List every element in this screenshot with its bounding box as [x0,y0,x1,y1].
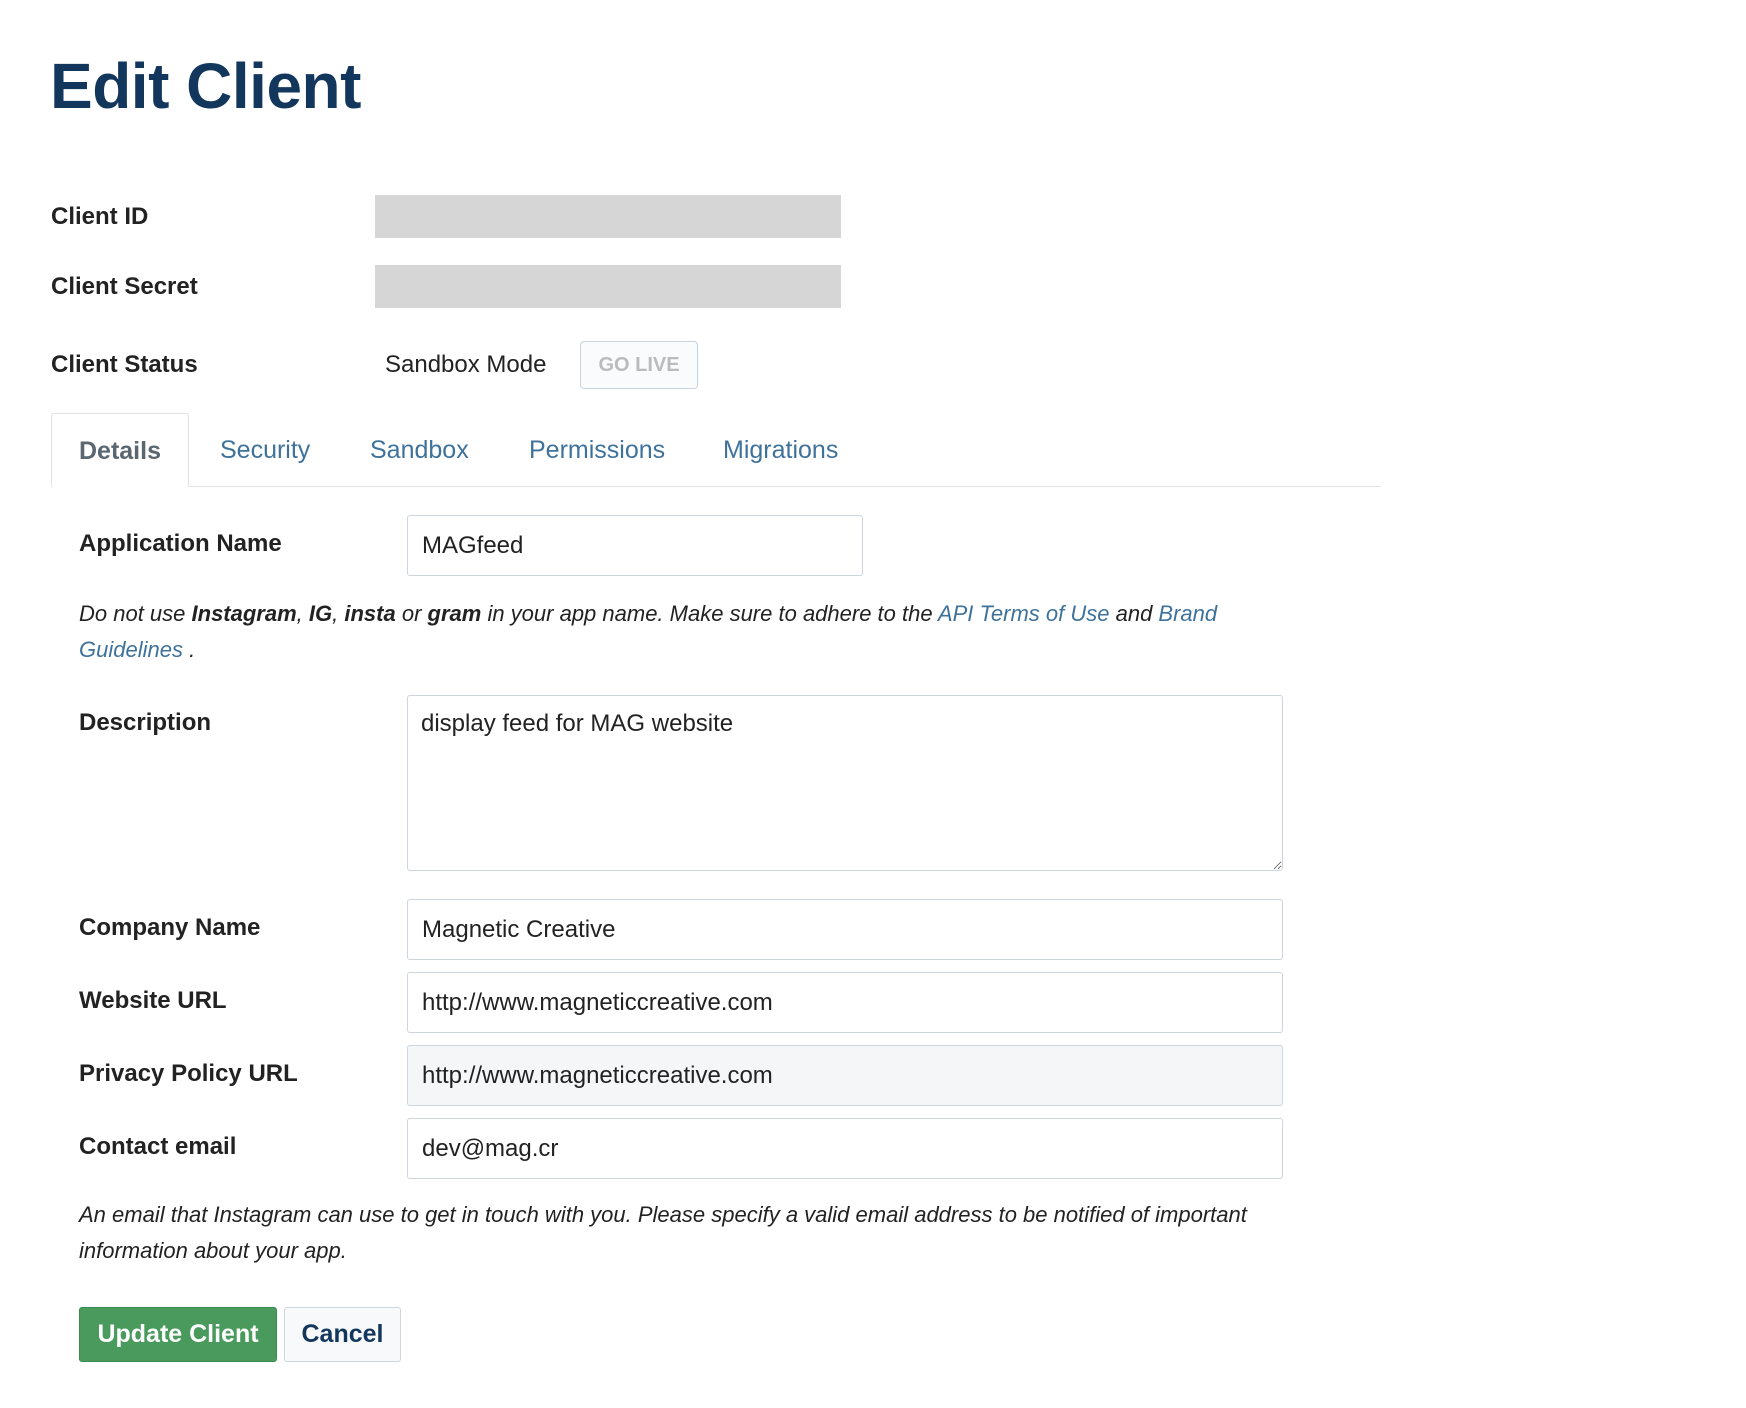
company-name-input[interactable] [407,899,1283,960]
website-url-row: Website URL [79,972,1283,1033]
privacy-policy-url-label: Privacy Policy URL [79,1060,298,1087]
page-title: Edit Client [50,50,361,122]
contact-email-label: Contact email [79,1133,237,1160]
description-label: Description [79,709,212,736]
api-terms-link[interactable]: API Terms of Use [938,601,1110,626]
client-secret-row: Client Secret [51,265,951,309]
client-secret-label: Client Secret [51,273,198,300]
status-value: Sandbox Mode [385,351,547,378]
tab-bar: Details Security Sandbox Permissions Mig… [51,413,1381,487]
application-name-label: Application Name [79,530,282,557]
client-id-redacted [375,195,841,238]
tab-permissions[interactable]: Permissions [529,413,665,487]
tab-details[interactable]: Details [51,413,189,487]
website-url-input[interactable] [407,972,1283,1033]
go-live-button[interactable]: GO LIVE [580,341,698,389]
company-name-label: Company Name [79,914,261,941]
client-secret-redacted [375,265,841,308]
application-name-input[interactable] [407,515,863,576]
tab-migrations[interactable]: Migrations [723,413,838,487]
website-url-label: Website URL [79,987,227,1014]
contact-email-row: Contact email [79,1118,1283,1179]
privacy-policy-url-row: Privacy Policy URL [79,1045,1283,1106]
description-textarea[interactable]: display feed for MAG website [407,695,1283,871]
company-name-row: Company Name [79,899,1283,960]
privacy-policy-url-input[interactable] [407,1045,1283,1106]
contact-email-input[interactable] [407,1118,1283,1179]
client-status-label: Client Status [51,351,198,378]
client-id-row: Client ID [51,195,951,239]
client-id-label: Client ID [51,203,149,230]
tab-sandbox[interactable]: Sandbox [370,413,469,487]
description-row: Description display feed for MAG website [79,695,1283,871]
tab-security[interactable]: Security [220,413,310,487]
application-name-help: Do not use Instagram, IG, insta or gram … [79,601,1218,662]
client-status-row: Client Status Sandbox Mode GO LIVE [51,341,951,389]
cancel-button[interactable]: Cancel [284,1307,401,1362]
update-client-button[interactable]: Update Client [79,1307,277,1362]
contact-email-help: An email that Instagram can use to get i… [79,1202,1247,1263]
application-name-row: Application Name [79,515,1279,576]
